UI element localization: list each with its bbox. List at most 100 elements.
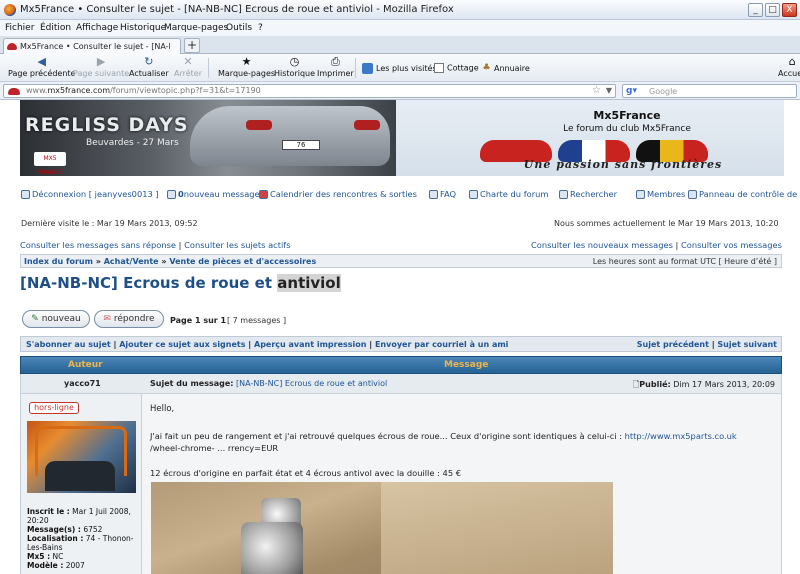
current-time-text: Nous sommes actuellement le Mar 19 Mars … <box>554 219 779 228</box>
page-icon <box>434 63 444 73</box>
event-banner-image[interactable]: 76 REGLISS DAYS Beuvardes - 27 Mars MX5 … <box>20 100 396 176</box>
search-input[interactable]: g▾ Google <box>622 84 797 98</box>
avatar <box>27 421 136 493</box>
active-topics-link[interactable]: Consulter les sujets actifs <box>184 240 290 250</box>
reload-label: Actualiser <box>129 69 169 78</box>
charter-link[interactable]: Charte du forum <box>469 189 548 199</box>
mx5parts-link[interactable]: http://www.mx5parts.co.uk <box>625 431 737 441</box>
history-label: Historique <box>274 69 316 78</box>
reply-button[interactable]: ✉ répondre <box>94 310 164 328</box>
new-messages-link[interactable]: Consulter les nouveaux messages <box>531 240 673 250</box>
forward-button[interactable]: ▶ Page suivante <box>73 55 130 79</box>
menu-bar: Fichier Édition Affichage Historique Mar… <box>0 20 800 36</box>
home-label: Accueil <box>778 69 800 78</box>
menu-help[interactable]: ? <box>258 23 263 33</box>
message-content: Hello, J'ai fait un peu de rangement et … <box>143 394 783 574</box>
subscribe-link[interactable]: S'abonner au sujet <box>26 340 111 349</box>
your-messages-link[interactable]: Consulter vos messages <box>681 240 782 250</box>
info-location: Localisation : 74 - Thonon- <box>27 534 134 543</box>
post-header-row: yacco71 Sujet du message: [NA-NB-NC] Ecr… <box>20 374 782 394</box>
post-author[interactable]: yacco71 <box>64 379 101 388</box>
faq-link[interactable]: FAQ <box>429 189 456 199</box>
history-button[interactable]: ◷ Historique <box>274 56 316 79</box>
post-body: hors-ligne Inscrit le : Mar 1 Juil 2008,… <box>20 394 782 574</box>
menu-fichier[interactable]: Fichier <box>5 23 34 33</box>
new-topic-button[interactable]: ✎ nouveau <box>22 310 90 328</box>
bookmark-star-icon[interactable]: ☆ <box>592 85 601 96</box>
message-count: [ 7 messages ] <box>227 316 287 325</box>
minimize-button[interactable]: _ <box>748 3 763 17</box>
unanswered-link[interactable]: Consulter les messages sans réponse <box>20 240 176 250</box>
most-visited-icon <box>362 63 373 74</box>
post-subject-link[interactable]: [NA-NB-NC] Ecrous de roue et antiviol <box>236 379 387 388</box>
annuaire-bookmark[interactable]: ♣ Annuaire <box>481 63 529 74</box>
breadcrumb-achat-vente[interactable]: Achat/Vente <box>104 257 159 266</box>
info-joined: Inscrit le : Mar 1 Juil 2008, <box>27 507 131 516</box>
socket-image <box>241 522 303 574</box>
print-button[interactable]: ⎙ Imprimer <box>317 55 354 79</box>
breadcrumb-vente-pieces[interactable]: Vente de pièces et d'accessoires <box>169 257 316 266</box>
menu-affichage[interactable]: Affichage <box>76 23 118 33</box>
url-input[interactable]: www.mx5france.com/forum/viewtopic.php?f=… <box>3 84 616 98</box>
status-badge: hors-ligne <box>29 402 79 414</box>
print-preview-link[interactable]: Aperçu avant impression <box>254 340 366 349</box>
envelope-icon <box>167 190 176 199</box>
reload-button[interactable]: ↻ Actualiser <box>129 56 169 79</box>
cottage-bookmark[interactable]: Cottage <box>434 63 479 73</box>
forum-toolbar: Déconnexion [ jeanyves0013 ] 0 nouveau m… <box>21 189 800 211</box>
control-panel-link[interactable]: Panneau de contrôle de l'utilisateur <box>688 189 800 199</box>
calendar-link[interactable]: Calendrier des rencontres & sorties <box>259 189 417 199</box>
google-icon[interactable]: g▾ <box>626 86 637 96</box>
navigation-toolbar: ◀ Page précédente ▶ Page suivante ↻ Actuali… <box>0 54 800 82</box>
maximize-button[interactable]: □ <box>765 3 780 17</box>
bookmarks-icon: ★ <box>241 55 252 68</box>
site-title: Mx5France <box>593 109 661 122</box>
members-link[interactable]: Membres <box>636 189 685 199</box>
print-label: Imprimer <box>317 69 354 78</box>
bookmarks-label: Marque-pages <box>218 69 276 78</box>
menu-edition[interactable]: Édition <box>40 23 71 33</box>
previous-topic-link[interactable]: Sujet précédent <box>637 340 709 349</box>
page-title[interactable]: [NA-NB-NC] Ecrous de roue et antiviol <box>20 274 341 292</box>
search-link[interactable]: Rechercher <box>559 189 617 199</box>
faq-icon <box>429 190 438 199</box>
info-messages: Message(s) : 6752 <box>27 525 103 534</box>
mx5parts-link-cont[interactable]: /wheel-chrome- ... rrency=EUR <box>150 443 278 453</box>
info-model: Modèle : 2007 <box>27 561 85 570</box>
stop-button[interactable]: ✕ Arrêter <box>174 56 202 79</box>
page-content: 76 REGLISS DAYS Beuvardes - 27 Mars MX5 … <box>0 100 800 574</box>
bookmark-topic-link[interactable]: Ajouter ce sujet aux signets <box>119 340 245 349</box>
reply-icon: ✉ <box>103 314 111 324</box>
back-arrow-icon: ◀ <box>37 55 46 68</box>
tab-active[interactable]: Mx5France • Consulter le sujet - [NA-NB-… <box>3 38 181 55</box>
forward-arrow-icon: ▶ <box>96 55 106 68</box>
printer-icon: ⎙ <box>330 55 340 68</box>
url-toolbar: www.mx5france.com/forum/viewtopic.php?f=… <box>0 82 800 100</box>
toolbar-separator <box>208 58 209 78</box>
author-header: Auteur <box>68 360 103 370</box>
menu-outils[interactable]: Outils <box>226 23 252 33</box>
menu-marque-pages[interactable]: Marque-pages <box>164 23 228 33</box>
url-dropdown-icon[interactable]: ▼ <box>606 86 612 95</box>
menu-historique[interactable]: Historique <box>120 23 166 33</box>
site-favicon-icon <box>8 88 20 95</box>
private-messages-link[interactable]: 0 nouveau message <box>167 189 260 199</box>
new-topic-icon: ✎ <box>31 314 39 324</box>
home-button[interactable]: ⌂Accueil <box>778 56 800 79</box>
most-visited-bookmark[interactable]: Les plus visités <box>362 63 437 74</box>
back-button[interactable]: ◀ Page précédente <box>8 55 75 79</box>
breadcrumb-index[interactable]: Index du forum <box>24 257 93 266</box>
email-friend-link[interactable]: Envoyer par courriel à un ami <box>375 340 508 349</box>
mx5-logo: MX5 FRANCE <box>34 152 66 176</box>
logout-icon <box>21 190 30 199</box>
event-subtitle: Beuvardes - 27 Mars <box>86 138 179 148</box>
forward-label: Page suivante <box>73 69 130 78</box>
close-button[interactable]: X <box>782 3 797 17</box>
next-topic-link[interactable]: Sujet suivant <box>717 340 777 349</box>
new-tab-button[interactable]: + <box>184 38 200 53</box>
highlighted-word: antiviol <box>277 274 341 292</box>
info-mx5: Mx5 : NC <box>27 552 64 561</box>
wheel-nuts-photo[interactable] <box>151 482 613 574</box>
logout-link[interactable]: Déconnexion [ jeanyves0013 ] <box>21 189 159 199</box>
bookmarks-button[interactable]: ★ Marque-pages <box>218 55 276 79</box>
